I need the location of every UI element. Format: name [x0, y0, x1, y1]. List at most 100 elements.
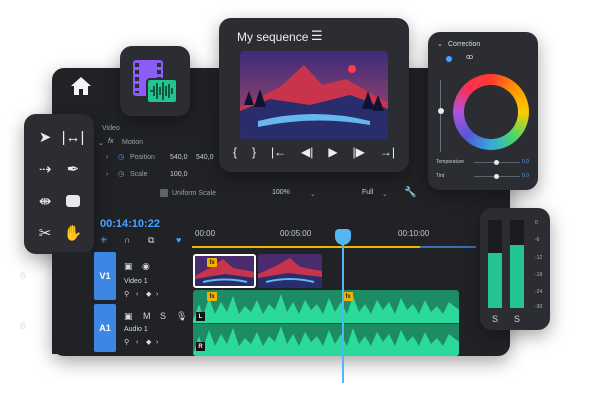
track-name: Audio 1 [124, 326, 148, 333]
solo-left-button[interactable]: S [492, 314, 498, 324]
mark-out-button[interactable]: } [252, 145, 256, 159]
color-mixer-icon[interactable]: ꝏ [466, 54, 473, 61]
fx-badge: fx [343, 292, 353, 301]
fx-badge: fx [207, 292, 217, 301]
video-section-label: Video [102, 125, 120, 132]
video-clip[interactable]: fx [193, 254, 256, 288]
audio-track-header [52, 304, 192, 354]
playhead-handle[interactable] [335, 229, 351, 245]
transport-controls: { } |← ◀| ▶ |▶ →| [233, 145, 395, 159]
audio-wave-icon [146, 78, 178, 104]
position-y-value[interactable]: 540,0 [196, 154, 214, 161]
track-select-icon[interactable]: ⇢ [32, 156, 58, 182]
color-wheel[interactable] [453, 74, 529, 150]
zoom-select[interactable]: 100% [272, 189, 290, 196]
position-label: Position [130, 154, 155, 161]
marker-icon[interactable]: ♥ [176, 236, 181, 245]
track-tag-a1[interactable]: A1 [94, 304, 116, 352]
solo-right-button[interactable]: S [514, 314, 520, 324]
film-icon[interactable]: ▣ [124, 312, 133, 321]
keyframe-next-icon[interactable]: › [156, 291, 158, 298]
tools-panel: ➤ |↔| ⇢ ✒ ⇼ ✂ ✋ [24, 114, 94, 254]
chevron-down-icon[interactable]: ⌄ [98, 139, 104, 147]
tint-label: Tint [436, 173, 445, 179]
keyframe-prev-icon[interactable]: ‹ [136, 291, 138, 298]
ruler-tail [420, 246, 476, 248]
chevron-down-icon[interactable]: ⌄ [382, 190, 388, 198]
left-channel-label: L [196, 312, 205, 321]
pen-tool-icon[interactable]: ✒ [60, 156, 86, 182]
keyframe-next-icon[interactable]: › [156, 339, 158, 346]
right-channel-label: R [196, 342, 205, 351]
select-tool-icon[interactable]: ➤ [32, 124, 58, 150]
stopwatch-icon[interactable]: ◷ [118, 153, 124, 161]
temperature-value: 0.0 [522, 159, 529, 165]
wrench-icon[interactable]: 🔧 [404, 187, 416, 198]
chevron-right-icon[interactable]: › [106, 171, 108, 178]
audio-clip[interactable]: fx fx L R [193, 290, 459, 356]
meter-scale-label: -6 [535, 237, 540, 243]
film-icon[interactable]: ▣ [124, 262, 133, 271]
link-icon[interactable]: ⧉ [148, 236, 154, 245]
ruler-label: 00:00 [195, 229, 216, 238]
temperature-knob[interactable] [494, 160, 499, 165]
zoom-icon[interactable]: ⚲ [124, 339, 129, 346]
eyedropper-icon[interactable] [446, 56, 452, 62]
ripple-edit-icon[interactable]: |↔| [60, 124, 86, 150]
preview-frame [240, 51, 388, 139]
snap-icon[interactable]: ✳ [100, 236, 108, 245]
meter-scale-label: -12 [535, 255, 543, 261]
step-back-button[interactable]: ◀| [301, 145, 313, 159]
timecode-display[interactable]: 00:14:10:22 [100, 218, 160, 230]
solo-button[interactable]: S [160, 312, 166, 321]
color-correction-panel: ⌄ Correction ꝏ Temperature 0.0 Tint 0.0 [428, 32, 538, 190]
razor-tool-icon[interactable]: ✂ [32, 220, 58, 246]
work-area-bar[interactable] [192, 246, 420, 248]
quality-select[interactable]: Full [362, 189, 373, 196]
chevron-down-icon[interactable]: ⌄ [437, 41, 443, 48]
correction-title: Correction [448, 41, 481, 48]
zoom-icon[interactable]: ⚲ [124, 291, 129, 298]
audio-meter-panel: 0 -6 -12 -18 -24 -30 S S [480, 208, 550, 330]
uniform-scale-checkbox[interactable] [160, 189, 168, 197]
slip-tool-icon[interactable]: ⇼ [32, 188, 58, 214]
track-number: 6 [20, 270, 27, 282]
luminance-slider[interactable] [440, 80, 441, 152]
fx-icon: fx [108, 138, 114, 145]
home-icon[interactable] [70, 76, 92, 96]
position-x-value[interactable]: 540,0 [170, 154, 188, 161]
hand-tool-icon[interactable]: ✋ [60, 220, 86, 246]
ruler-label: 00:05:00 [280, 229, 312, 238]
meter-level-left [488, 253, 502, 308]
go-to-in-button[interactable]: |← [271, 145, 286, 159]
keyframe-icon[interactable]: ◆ [146, 291, 151, 298]
track-tag-v1[interactable]: V1 [94, 252, 116, 300]
chevron-right-icon[interactable]: › [106, 154, 108, 161]
chevron-down-icon[interactable]: ⌄ [310, 190, 316, 198]
mute-button[interactable]: M [143, 312, 151, 321]
meter-scale-label: -18 [535, 272, 543, 278]
eye-icon[interactable]: ◉ [142, 262, 150, 271]
uniform-scale-label: Uniform Scale [172, 190, 216, 197]
video-clip[interactable] [258, 254, 322, 288]
playhead[interactable] [342, 240, 344, 383]
hamburger-icon[interactable]: ☰ [311, 28, 323, 44]
play-button[interactable]: ▶ [328, 145, 337, 159]
stopwatch-icon[interactable]: ◷ [118, 170, 124, 178]
keyframe-icon[interactable]: ◆ [146, 339, 151, 346]
magnet-icon[interactable]: ∩ [124, 236, 130, 245]
meter-channel-left [488, 220, 502, 308]
go-to-out-button[interactable]: →| [380, 145, 395, 159]
rectangle-tool-icon[interactable] [60, 188, 86, 214]
microphone-icon[interactable]: 🎙 [176, 312, 187, 321]
step-forward-button[interactable]: |▶ [353, 145, 365, 159]
tint-knob[interactable] [494, 174, 499, 179]
meter-channel-right [510, 220, 524, 308]
temperature-label: Temperature [436, 159, 465, 165]
mark-in-button[interactable]: { [233, 145, 237, 159]
scale-value[interactable]: 100,0 [170, 171, 188, 178]
video-track-header [52, 252, 192, 302]
meter-scale-label: 0 [535, 220, 538, 226]
keyframe-prev-icon[interactable]: ‹ [136, 339, 138, 346]
luminance-knob[interactable] [438, 108, 444, 114]
